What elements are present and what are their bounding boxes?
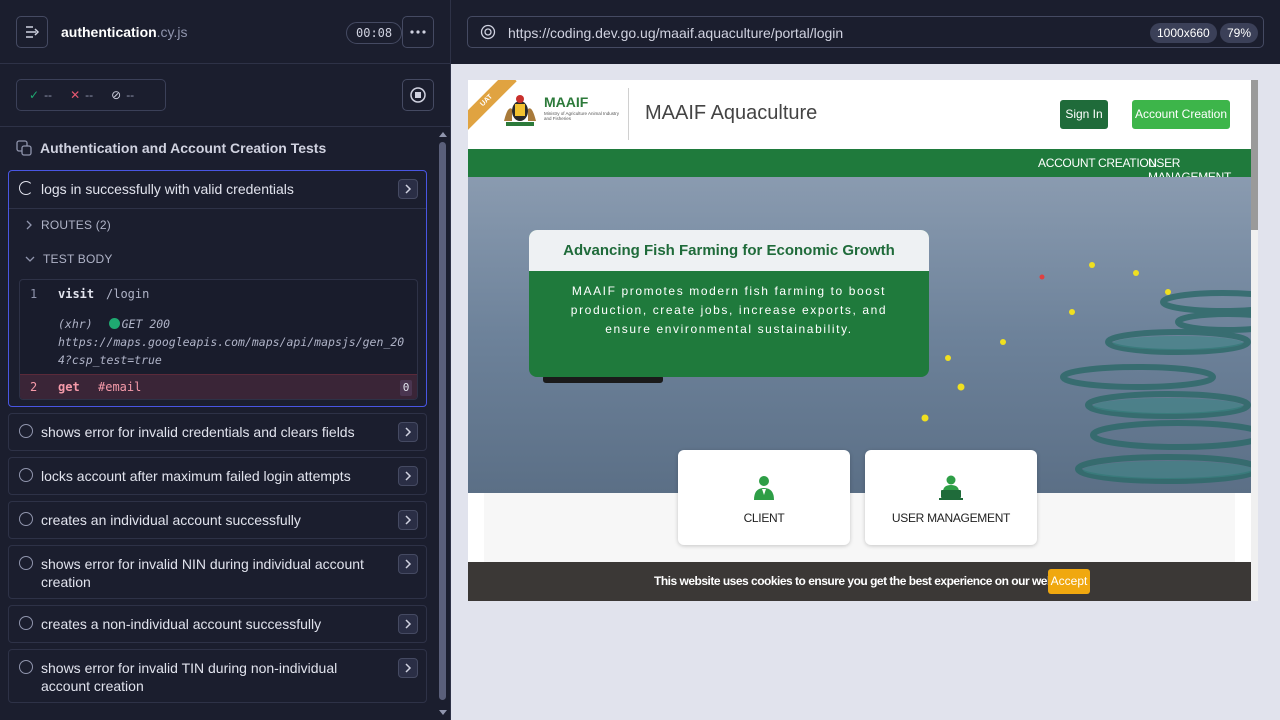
chevron-right-icon: [26, 220, 32, 230]
client-user-icon: [754, 476, 774, 500]
brand-name: MAAIF: [544, 94, 589, 110]
brand-subtitle: Ministry of Agriculture Animal Industry …: [544, 111, 620, 121]
open-test-button[interactable]: [398, 466, 418, 486]
test-body-toggle[interactable]: TEST BODY: [25, 252, 113, 266]
header-divider: [628, 88, 629, 140]
accept-cookies-button[interactable]: Accept: [1048, 569, 1090, 594]
user-computer-icon: [939, 475, 963, 500]
open-test-button[interactable]: [398, 510, 418, 530]
test-stats: ✓ -- ✕ -- ⊘ --: [16, 79, 166, 111]
client-tile-label: CLIENT: [743, 511, 785, 525]
url-text: https://coding.dev.go.ug/maaif.aquacultu…: [508, 25, 844, 41]
command-log: 1 visit /login (xhr) GET 200 https://maps…: [19, 279, 418, 400]
test-item[interactable]: locks account after maximum failed login…: [8, 457, 427, 495]
pending-circle-icon: [19, 616, 33, 630]
viewport-size-badge[interactable]: 1000x660: [1150, 23, 1217, 43]
passed-stat: ✓ --: [29, 88, 53, 102]
failed-stat: ✕ --: [70, 88, 94, 102]
globe-icon: [480, 24, 496, 40]
test-item[interactable]: shows error for invalid NIN during indiv…: [8, 545, 427, 599]
account-creation-button[interactable]: Account Creation: [1132, 100, 1230, 129]
run-timer: 00:08: [346, 22, 403, 44]
chevron-right-icon: [405, 663, 412, 673]
hero-body-text: MAAIF promotes modern fish farming to bo…: [570, 284, 888, 336]
url-bar[interactable]: https://coding.dev.go.ug/maaif.aquacultu…: [467, 16, 1264, 48]
chevron-right-icon: [405, 515, 412, 525]
cypress-runner-panel: authentication.cy.js 00:08 ✓ -- ✕ -- ⊘ -- A…: [0, 0, 451, 720]
routes-toggle[interactable]: ROUTES (2): [25, 218, 111, 232]
site-nav: ACCOUNT CREATION USER MANAGEMENT: [468, 149, 1251, 184]
specs-list-icon: [26, 26, 40, 38]
chevron-right-icon: [405, 184, 412, 194]
scroll-thumb[interactable]: [439, 142, 446, 700]
page-scrollbar[interactable]: [1251, 80, 1258, 601]
test-header[interactable]: logs in successfully with valid credenti…: [9, 171, 426, 207]
element-count-badge: 0: [400, 380, 412, 396]
test-item[interactable]: creates an individual account successful…: [8, 501, 427, 539]
hero-message-card: Advancing Fish Farming for Economic Grow…: [529, 230, 929, 377]
pending-icon: ⊘: [111, 88, 122, 102]
chevron-right-icon: [405, 471, 412, 481]
status-ok-icon: [108, 318, 120, 329]
zoom-badge[interactable]: 79%: [1220, 23, 1259, 43]
test-item[interactable]: creates a non-individual account success…: [8, 605, 427, 643]
suite-icon: [16, 140, 32, 156]
scroll-up-icon: [439, 132, 447, 137]
chevron-right-icon: [405, 619, 412, 629]
hero-heading: Advancing Fish Farming for Economic Grow…: [529, 230, 929, 271]
aut-url-header: https://coding.dev.go.ug/maaif.aquacultu…: [451, 0, 1280, 64]
open-test-button[interactable]: [398, 614, 418, 634]
chevron-right-icon: [405, 559, 412, 569]
client-tile[interactable]: CLIENT: [678, 450, 850, 545]
app-under-test-panel: https://coding.dev.go.ug/maaif.aquacultu…: [451, 0, 1280, 720]
xhr-log-entry[interactable]: (xhr) GET 200 https://maps.googleapis.com…: [58, 315, 413, 369]
spec-header: authentication.cy.js 00:08: [0, 0, 450, 64]
sign-in-button[interactable]: Sign In: [1060, 100, 1108, 129]
pending-circle-icon: [19, 660, 33, 674]
hero-banner: Advancing Fish Farming for Economic Grow…: [468, 177, 1251, 493]
site-header: UAT MAAIF Ministry of Agriculture Animal…: [468, 80, 1251, 149]
stop-button[interactable]: [402, 79, 434, 111]
chevron-down-icon: [25, 256, 35, 262]
aut-page: UAT MAAIF Ministry of Agriculture Animal…: [468, 80, 1251, 601]
x-icon: ✕: [70, 88, 81, 102]
pending-circle-icon: [19, 512, 33, 526]
page-scroll-thumb[interactable]: [1251, 80, 1258, 230]
test-item[interactable]: shows error for invalid credentials and …: [8, 413, 427, 451]
spec-filename: authentication.cy.js: [61, 24, 188, 40]
pending-circle-icon: [19, 556, 33, 570]
open-test-button[interactable]: [398, 179, 418, 199]
scroll-down-icon: [439, 710, 447, 715]
test-item-active[interactable]: logs in successfully with valid credenti…: [8, 170, 427, 407]
site-title: MAAIF Aquaculture: [645, 102, 818, 124]
user-management-tile[interactable]: USER MANAGEMENT: [865, 450, 1037, 545]
cookie-banner: This website uses cookies to ensure you …: [468, 562, 1251, 601]
check-icon: ✓: [29, 88, 40, 102]
command-get[interactable]: 2 get #email 0: [20, 374, 417, 399]
chevron-right-icon: [405, 427, 412, 437]
pending-circle-icon: [19, 424, 33, 438]
coat-of-arms-icon: [504, 95, 536, 126]
cookie-message: This website uses cookies to ensure you …: [654, 574, 1076, 588]
open-test-button[interactable]: [398, 422, 418, 442]
open-test-button[interactable]: [398, 554, 418, 574]
ellipsis-icon: [410, 30, 426, 34]
command-visit[interactable]: 1 visit /login: [20, 287, 417, 309]
suite-title: Authentication and Account Creation Test…: [16, 140, 326, 156]
more-options-button[interactable]: [402, 16, 434, 48]
pending-circle-icon: [19, 468, 33, 482]
pending-stat: ⊘ --: [111, 88, 135, 102]
reporter-scrollbar[interactable]: [437, 128, 449, 720]
stop-icon: [410, 87, 426, 103]
reporter: Authentication and Account Creation Test…: [0, 128, 450, 720]
test-item[interactable]: shows error for invalid TIN during non-i…: [8, 649, 427, 703]
nav-account-creation[interactable]: ACCOUNT CREATION: [1038, 156, 1157, 170]
toggle-specs-button[interactable]: [16, 16, 48, 48]
user-management-tile-label: USER MANAGEMENT: [891, 511, 1011, 525]
open-test-button[interactable]: [398, 658, 418, 678]
running-spinner-icon: [19, 181, 33, 195]
